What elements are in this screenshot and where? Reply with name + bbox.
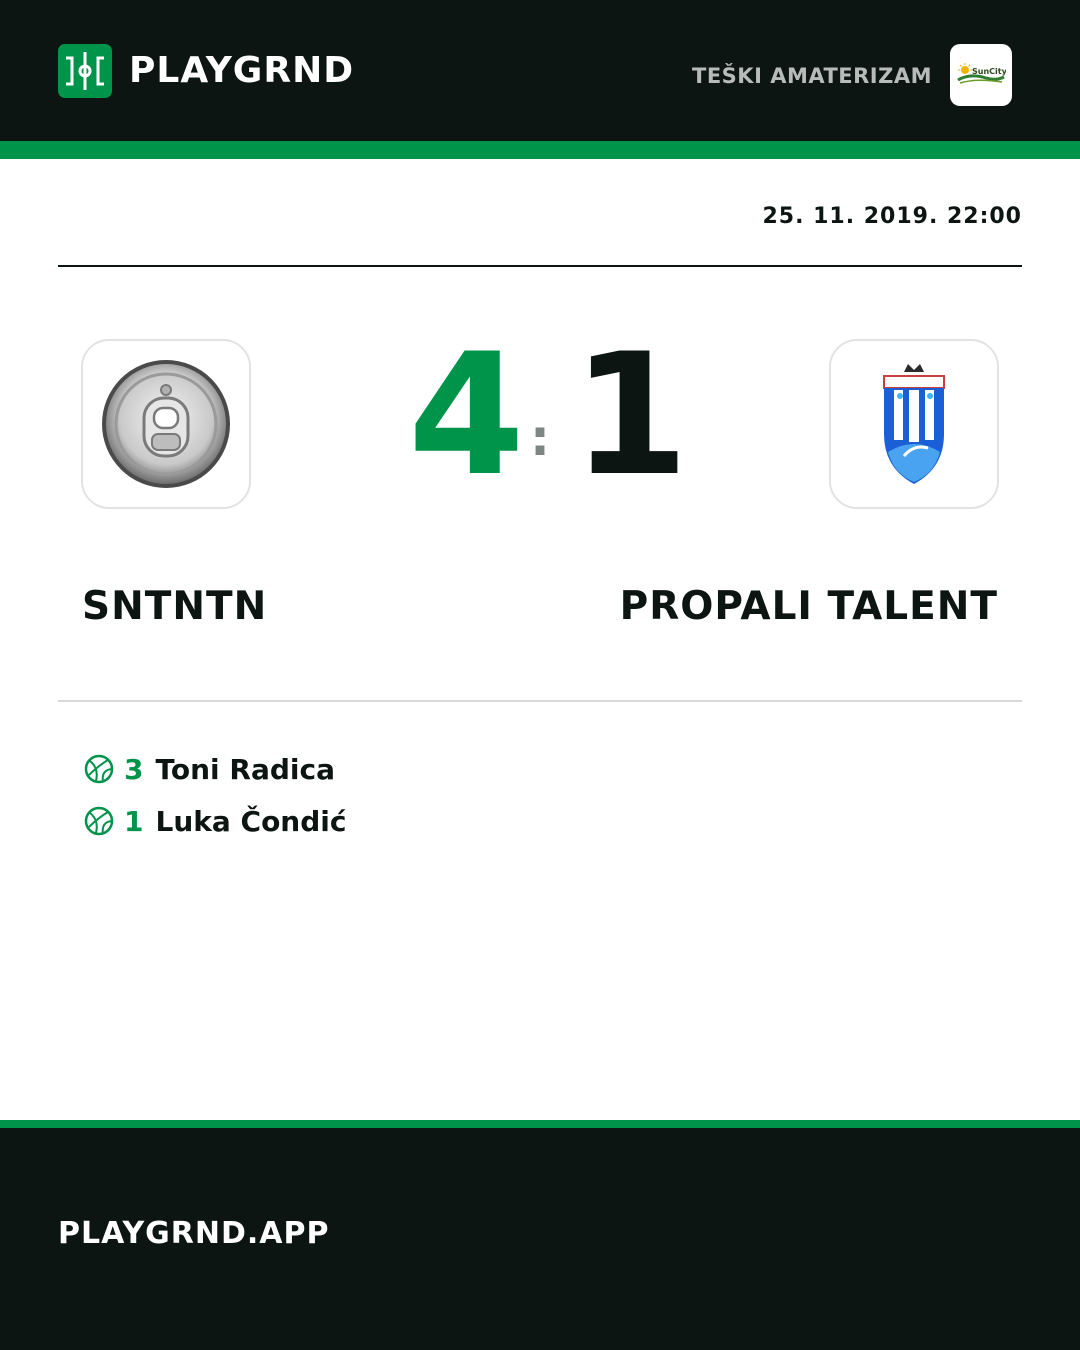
scorer-name[interactable]: Toni Radica: [155, 753, 334, 786]
score-separator: :: [530, 409, 550, 467]
scorer-row: 1 Luka Čondić: [84, 802, 346, 840]
league-name: TEŠKI AMATERIZAM: [692, 64, 932, 88]
brand[interactable]: PLAYGRND: [58, 44, 354, 98]
divider: [58, 700, 1022, 702]
home-team-crest[interactable]: [81, 339, 251, 509]
ball-icon: [84, 754, 114, 784]
can-lid-crest: [102, 360, 230, 488]
pitch-icon: [58, 44, 112, 98]
home-score: 4: [408, 317, 525, 513]
away-score: 1: [572, 317, 689, 513]
match-datetime: 25. 11. 2019. 22:00: [762, 204, 1022, 229]
brand-name: PLAYGRND: [129, 50, 355, 91]
footer-url-link[interactable]: PLAYGRND.APP: [58, 1214, 330, 1254]
home-team-name[interactable]: SNTNTN: [82, 584, 267, 630]
divider: [58, 265, 1022, 267]
scorer-row: 3 Toni Radica: [84, 750, 346, 788]
ball-icon: [84, 806, 114, 836]
scorers-list: 3 Toni Radica 1 Luka Čondić: [84, 750, 346, 854]
scorer-goals: 3: [124, 752, 144, 786]
footer-stripe: [0, 1120, 1080, 1128]
suncity-logo: SunCity: [950, 44, 1012, 106]
header-stripe: [0, 141, 1080, 159]
sponsor-logo-text: SunCity: [972, 67, 1006, 76]
blue-shield-crest: [883, 364, 945, 484]
away-team-crest[interactable]: [829, 339, 999, 509]
scorer-goals: 1: [124, 804, 144, 838]
scorer-name[interactable]: Luka Čondić: [155, 805, 346, 838]
away-team-name[interactable]: PROPALI TALENT: [620, 584, 998, 630]
